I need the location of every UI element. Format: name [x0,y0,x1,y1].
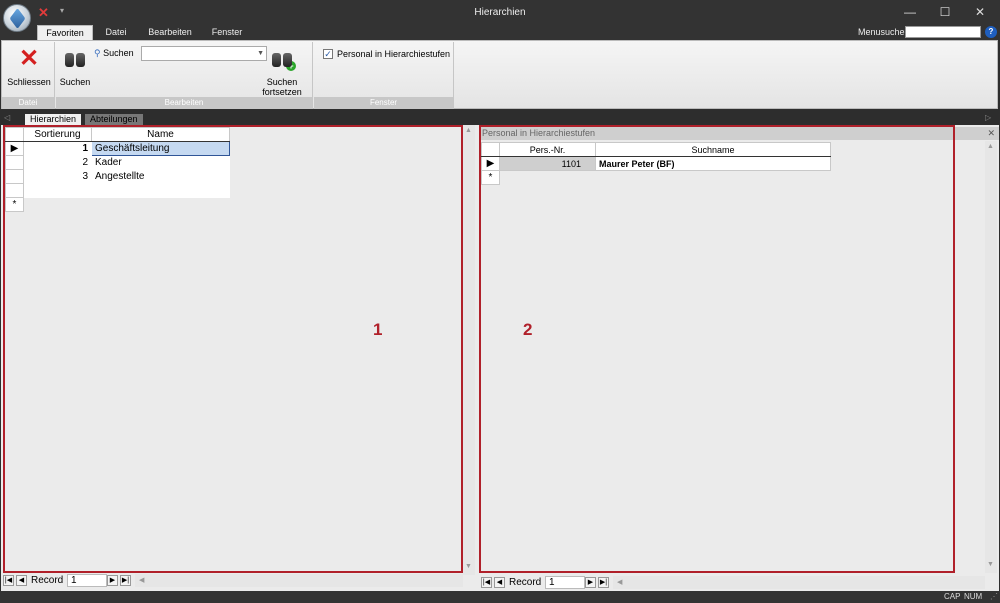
menusuche-label: Menusuche [858,27,905,37]
annotation-box-1 [3,125,463,573]
suchen-fortsetzen-label-2: fortsetzen [262,87,302,97]
help-icon[interactable]: ? [985,26,997,38]
person-search-icon: ⚲ [94,48,101,58]
suchen-label: Suchen [59,77,91,87]
suchen-small-button[interactable]: ⚲ Suchen [94,48,134,59]
tab-fenster[interactable]: Fenster [207,25,247,40]
binoculars-icon [64,49,86,69]
caps-lock-indicator: CAP [944,592,961,601]
binoculars-plus-icon: + [271,49,296,71]
scroll-up-icon[interactable]: ▲ [987,143,994,150]
scroll-down-icon[interactable]: ▼ [987,561,994,568]
scroll-up-icon[interactable]: ▲ [465,127,472,134]
record-label: Record [31,575,64,586]
group-datei: ✕ Schliessen Datei [2,42,55,109]
status-bar: CAP NUM ⋰ [0,591,1000,603]
close-window-button[interactable]: ✕ [965,3,995,21]
horizontal-scrollbar-left[interactable]: ◀ [135,574,463,587]
maximize-button[interactable]: ☐ [930,3,960,21]
scroll-left-icon[interactable]: ◀ [617,578,622,586]
personal-checkbox-label[interactable]: Personal in Hierarchiestufen [337,49,450,59]
chevron-down-icon: ▼ [257,50,264,57]
num-lock-indicator: NUM [964,592,983,601]
annotation-box-2 [479,125,955,573]
previous-record-icon[interactable]: ◀ [494,577,505,588]
suchen-small-label: Suchen [103,48,134,58]
group-label-bearbeiten: Bearbeiten [56,97,312,109]
suchen-button[interactable]: Suchen [59,49,91,87]
horizontal-scrollbar-right[interactable]: ◀ [613,576,985,589]
tab-datei[interactable]: Datei [98,25,134,40]
personal-checkbox[interactable]: ✓ [323,49,333,59]
suchen-combo[interactable]: ▼ [141,46,267,61]
group-label-datei: Datei [2,97,54,109]
record-number-input[interactable]: 1 [67,574,107,587]
content-area: Sortierung Name ▶ 1 Geschäftsleitung 2 K… [1,125,999,591]
annotation-number-1: 1 [373,320,383,339]
tab-scroll-left-icon[interactable]: ◁ [4,113,10,122]
resize-grip-icon[interactable]: ⋰ [988,592,1000,602]
scroll-left-icon[interactable]: ◀ [139,576,144,584]
record-navigation-right: |◀ ◀ Record 1 ▶ ▶| ◀ [481,576,985,590]
vertical-scrollbar-left[interactable]: ▲ ▼ [463,125,475,575]
record-number-input[interactable]: 1 [545,576,585,589]
tab-abteilungen[interactable]: Abteilungen [85,114,143,125]
group-label-fenster: Fenster [314,97,453,109]
next-record-icon[interactable]: ▶ [585,577,596,588]
last-record-icon[interactable]: ▶| [120,575,131,586]
title-bar: ✕ ▾ Hierarchien — ☐ ✕ [0,0,1000,32]
tab-favoriten[interactable]: Favoriten [37,25,93,40]
first-record-icon[interactable]: |◀ [3,575,14,586]
scroll-down-icon[interactable]: ▼ [465,563,472,570]
application-window: ✕ ▾ Hierarchien — ☐ ✕ Favoriten Datei Be… [0,0,1000,603]
close-x-icon: ✕ [18,45,40,72]
ribbon-tab-row: Favoriten Datei Bearbeiten Fenster Menus… [0,24,1000,40]
record-navigation-left: |◀ ◀ Record 1 ▶ ▶| ◀ [3,574,463,588]
close-pane-icon[interactable]: ✕ [987,127,995,140]
previous-record-icon[interactable]: ◀ [16,575,27,586]
vertical-scrollbar-right[interactable]: ▲ ▼ [985,141,997,573]
tab-scroll-right-icon[interactable]: ▷ [985,113,991,122]
first-record-icon[interactable]: |◀ [481,577,492,588]
ribbon: ✕ Schliessen Datei Suchen + Suchen forts… [1,40,998,109]
annotation-number-2: 2 [523,320,533,339]
suchen-fortsetzen-label-1: Suchen [266,77,298,87]
menusuche-input[interactable] [905,26,981,38]
next-record-icon[interactable]: ▶ [107,575,118,586]
last-record-icon[interactable]: ▶| [598,577,609,588]
tab-hierarchien[interactable]: Hierarchien [25,114,82,125]
application-menu-button[interactable] [3,4,31,32]
schliessen-button[interactable]: ✕ Schliessen [6,45,52,87]
app-cube-icon [9,8,26,29]
document-tabs: ◁ Hierarchien Abteilungen ▷ [0,112,1000,125]
tab-bearbeiten[interactable]: Bearbeiten [142,25,198,40]
record-label: Record [509,577,542,588]
window-title: Hierarchien [474,7,526,18]
minimize-button[interactable]: — [895,3,925,21]
schliessen-label: Schliessen [7,77,51,87]
